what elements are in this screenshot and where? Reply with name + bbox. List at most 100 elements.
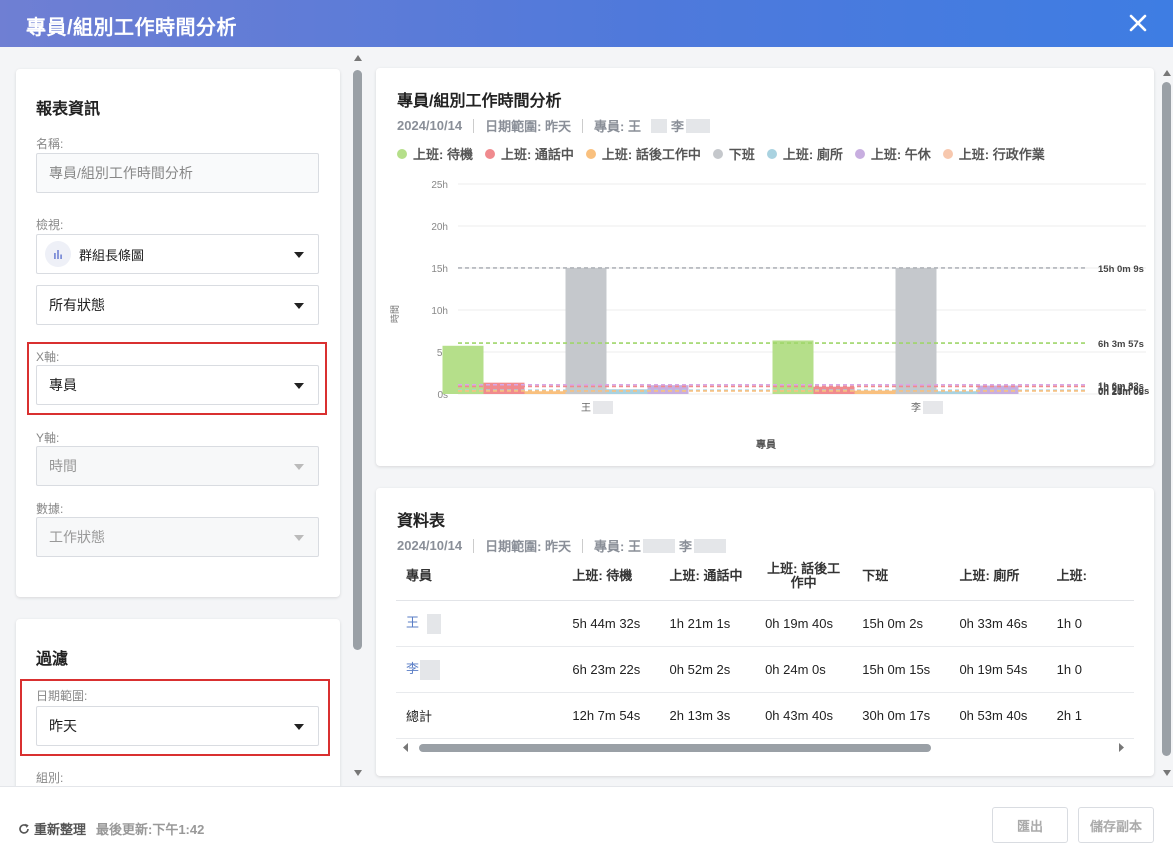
table-cell: 0h 53m 40s [949, 692, 1047, 739]
table-cell: 0h 43m 40s [755, 692, 853, 739]
y-tick-label: 10h [431, 306, 448, 317]
table-cell: 0h 33m 46s [949, 600, 1047, 647]
status-select[interactable]: 所有狀態 [36, 285, 319, 325]
scroll-up-arrow[interactable] [1163, 70, 1171, 76]
y-axis-select[interactable]: 時間 [36, 446, 319, 486]
data-select[interactable]: 工作狀態 [36, 517, 319, 557]
chevron-down-icon [294, 252, 304, 258]
column-header[interactable]: 上班: 通話中 [659, 553, 756, 601]
table-row: 李 6h 23m 22s 0h 52m 2s 0h 24m 0s 15h 0m 15s 0… [396, 646, 1134, 693]
data-value: 工作狀態 [49, 529, 105, 545]
table-cell: 2h 1 [1046, 692, 1134, 739]
reference-label: 15h 0m 9s [1098, 264, 1144, 275]
reference-label: 0h 20m 0s [1098, 387, 1144, 398]
date-range-highlight [20, 679, 330, 756]
table-date: 2024/10/14 [397, 538, 463, 553]
export-button[interactable]: 匯出 [992, 807, 1068, 843]
name-label: 名稱: [36, 137, 64, 151]
footer-bar: 重新整理 最後更新:下午1:42 匯出 儲存副本 [0, 786, 1173, 859]
table-cell: 15h 0m 2s [852, 600, 950, 647]
table-cell: 0h 19m 40s [755, 600, 853, 647]
close-icon [1129, 14, 1147, 32]
status-value: 所有狀態 [49, 297, 105, 313]
close-button[interactable] [1123, 8, 1153, 38]
redacted-name [694, 538, 726, 553]
view-label: 檢視: [36, 218, 64, 232]
table-row: 總計 12h 7m 54s 2h 13m 3s 0h 43m 40s 30h 0m 17… [396, 692, 1134, 739]
column-header[interactable]: 上班: 待機 [562, 553, 660, 601]
table-cell: 5h 44m 32s [562, 600, 660, 647]
scroll-left-arrow[interactable] [403, 743, 409, 752]
redacted-name [420, 659, 441, 680]
column-header[interactable]: 專員 [396, 553, 563, 601]
bar [895, 267, 937, 394]
scrollbar-thumb[interactable] [353, 70, 362, 650]
last-updated-text: 最後更新:下午1:42 [96, 822, 205, 837]
content-scrollbar[interactable] [1162, 70, 1172, 778]
scroll-up-arrow[interactable] [354, 55, 362, 61]
x-tick-label: 李 [911, 401, 921, 414]
agent-name-cell: 總計 [396, 692, 563, 739]
x-axis-title: 專員 [756, 438, 776, 451]
table-cell: 2h 13m 3s [659, 692, 756, 739]
report-info-card: 報表資訊 名稱: 專員/組別工作時間分析 檢視: 群組長條圖 所有狀態 X軸: … [16, 69, 340, 597]
column-header[interactable]: 下班 [852, 553, 950, 601]
scrollbar-thumb[interactable] [419, 744, 931, 752]
scroll-right-arrow[interactable] [1119, 743, 1125, 752]
refresh-button[interactable]: 重新整理 [18, 819, 86, 838]
bar [813, 386, 855, 394]
reference-label: 6h 3m 57s [1098, 339, 1144, 350]
table-row: 王 5h 44m 32s 1h 21m 1s 0h 19m 40s 15h 0m 2s 0… [396, 600, 1134, 647]
settings-sidebar: 報表資訊 名稱: 專員/組別工作時間分析 檢視: 群組長條圖 所有狀態 X軸: … [0, 47, 365, 786]
y-axis-title: 時間 [390, 305, 400, 323]
table-cell: 6h 23m 22s [562, 646, 660, 693]
table-cell: 1h 0 [1046, 646, 1134, 693]
data-label: 數據: [36, 502, 64, 516]
column-header[interactable]: 上班: 話後工 作中 [755, 553, 853, 601]
save-copy-button[interactable]: 儲存副本 [1078, 807, 1154, 843]
bar-chart: 0s5h10h15h20h25h王 李15h 0m 9s6h 3m 57s1h 6… [390, 180, 1149, 451]
x-axis-highlight [27, 342, 327, 415]
scroll-down-arrow[interactable] [1163, 770, 1171, 776]
table-cell: 1h 21m 1s [659, 600, 756, 647]
scroll-down-arrow[interactable] [354, 770, 362, 776]
column-header[interactable]: 上班: 廁所 [949, 553, 1047, 601]
table-header-row: 專員 上班: 待機 上班: 通話中 上班: 話後工 作中 下班 上班: 廁所 上班: [396, 553, 1134, 601]
bar [565, 267, 607, 394]
table-cell: 12h 7m 54s [562, 692, 660, 739]
y-tick-label: 20h [431, 222, 448, 233]
x-tick-label: 王 [581, 403, 591, 414]
group-label: 組別: [36, 771, 64, 785]
data-table-viewport: 專員 上班: 待機 上班: 通話中 上班: 話後工 作中 下班 上班: 廁所 上班: 王 5h … [396, 553, 1134, 740]
table-cell: 30h 0m 17s [852, 692, 950, 739]
data-table: 專員 上班: 待機 上班: 通話中 上班: 話後工 作中 下班 上班: 廁所 上班: 王 5h … [396, 553, 1134, 739]
chart-card: 專員/組別工作時間分析 2024/10/14 日期範圍: 昨天 專員: 王 李 … [376, 68, 1154, 466]
view-select[interactable]: 群組長條圖 [36, 234, 319, 274]
y-tick-label: 15h [431, 264, 448, 275]
bar [772, 340, 814, 394]
chevron-down-icon [294, 303, 304, 309]
redacted-name [427, 613, 442, 634]
title-bar: 專員/組別工作時間分析 [0, 0, 1173, 47]
table-cell: 0h 24m 0s [755, 646, 853, 693]
y-axis-label: Y軸: [36, 431, 60, 445]
filter-title: 過濾 [36, 651, 69, 668]
table-title: 資料表 [397, 513, 446, 530]
window-title: 專員/組別工作時間分析 [26, 17, 238, 39]
refresh-icon [19, 823, 29, 834]
chevron-down-icon [294, 535, 304, 541]
view-value: 群組長條圖 [79, 247, 145, 263]
y-axis-value: 時間 [49, 458, 77, 474]
sidebar-scrollbar[interactable] [353, 55, 363, 777]
agent-name-cell[interactable]: 李 [396, 646, 563, 693]
scrollbar-thumb[interactable] [1162, 82, 1171, 756]
table-horizontal-scrollbar[interactable] [397, 740, 1135, 754]
y-tick-label: 25h [431, 180, 448, 191]
agent-name-cell[interactable]: 王 [396, 600, 563, 647]
redacted-name [593, 401, 613, 414]
column-header[interactable]: 上班: [1046, 553, 1134, 601]
bar [442, 345, 484, 394]
table-cell: 0h 52m 2s [659, 646, 756, 693]
refresh-label: 重新整理 [34, 822, 87, 837]
report-name-field[interactable]: 專員/組別工作時間分析 [36, 153, 319, 193]
